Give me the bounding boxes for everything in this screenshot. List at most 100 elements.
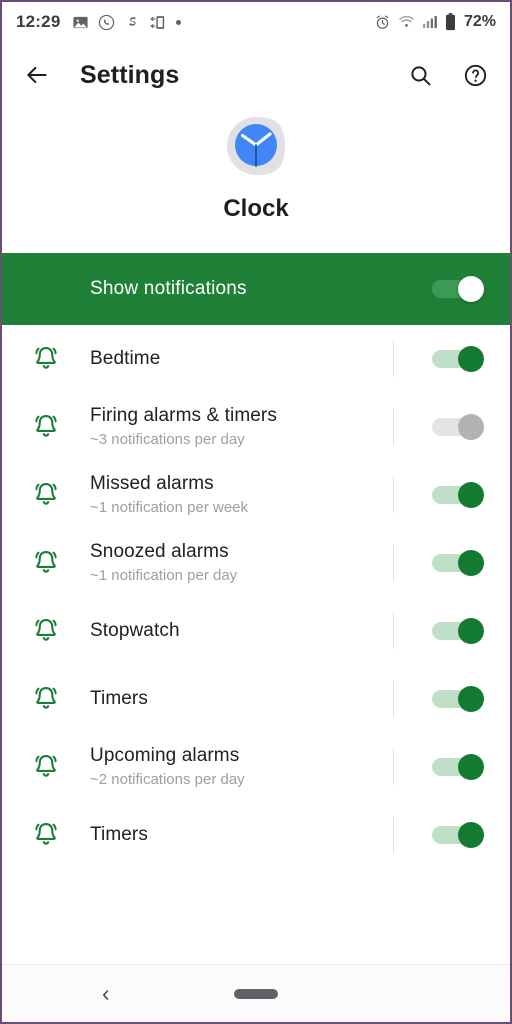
bell-ring-icon — [2, 752, 90, 782]
alarm-icon — [374, 14, 391, 31]
bell-ring-icon — [2, 548, 90, 578]
notification-channel-row[interactable]: Missed alarms~1 notification per week — [2, 461, 510, 529]
row-divider — [393, 681, 394, 717]
toggle-thumb — [458, 482, 484, 508]
app-name-label: Clock — [223, 195, 288, 223]
nav-back-button[interactable]: ‹ — [102, 982, 110, 1005]
channel-title: Missed alarms — [90, 472, 393, 496]
channel-text-block: Firing alarms & timers~3 notifications p… — [90, 404, 393, 449]
channel-text-block: Snoozed alarms~1 notification per day — [90, 540, 393, 585]
app-identity-section: Clock — [2, 108, 510, 253]
row-divider — [393, 477, 394, 513]
notification-channel-list: Bedtime Firing alarms & timers~3 notifica… — [2, 325, 510, 964]
bell-ring-icon — [2, 684, 90, 714]
toggle-thumb — [458, 822, 484, 848]
channel-text-block: Bedtime — [90, 347, 393, 371]
row-divider — [393, 341, 394, 377]
channel-title: Snoozed alarms — [90, 540, 393, 564]
bell-ring-icon — [2, 412, 90, 442]
bell-ring-icon — [2, 344, 90, 374]
channel-switch-slot — [432, 416, 484, 438]
back-arrow-icon[interactable] — [24, 62, 50, 88]
home-gesture-pill[interactable] — [234, 989, 278, 999]
whatsapp-icon — [98, 14, 115, 31]
channel-switch-slot — [432, 484, 484, 506]
channel-title: Bedtime — [90, 347, 393, 371]
toggle-thumb — [458, 276, 484, 302]
channel-text-block: Stopwatch — [90, 619, 393, 643]
channel-toggle[interactable] — [432, 552, 484, 574]
show-notifications-toggle[interactable] — [432, 278, 484, 300]
channel-text-block: Timers — [90, 823, 393, 847]
channel-subtitle: ~3 notifications per day — [90, 430, 393, 450]
channel-toggle[interactable] — [432, 824, 484, 846]
status-bar-clock: 12:29 — [16, 12, 60, 32]
channel-text-block: Upcoming alarms~2 notifications per day — [90, 744, 393, 789]
app-bar: Settings — [2, 42, 510, 108]
bell-ring-icon — [2, 480, 90, 510]
row-divider — [393, 749, 394, 785]
row-divider — [393, 409, 394, 445]
toggle-thumb — [458, 618, 484, 644]
channel-title: Timers — [90, 687, 393, 711]
row-divider — [393, 613, 394, 649]
dollar-s-icon — [124, 14, 141, 31]
channel-switch-slot — [432, 688, 484, 710]
status-bar: 12:29 — [2, 2, 510, 42]
channel-switch-slot — [432, 348, 484, 370]
status-bar-notification-icons — [72, 14, 181, 31]
toggle-thumb — [458, 346, 484, 372]
help-icon[interactable] — [463, 63, 488, 88]
phone-screen: 12:29 — [0, 0, 512, 1024]
notification-channel-row[interactable]: Timers — [2, 665, 510, 733]
notification-channel-row[interactable]: Stopwatch — [2, 597, 510, 665]
channel-switch-slot — [432, 756, 484, 778]
toggle-thumb — [458, 550, 484, 576]
row-divider — [393, 817, 394, 853]
clock-app-icon — [224, 114, 288, 178]
channel-toggle[interactable] — [432, 484, 484, 506]
channel-title: Timers — [90, 823, 393, 847]
channel-toggle[interactable] — [432, 756, 484, 778]
channel-title: Firing alarms & timers — [90, 404, 393, 428]
channel-switch-slot — [432, 824, 484, 846]
channel-subtitle: ~1 notification per week — [90, 498, 393, 518]
channel-title: Upcoming alarms — [90, 744, 393, 768]
channel-title: Stopwatch — [90, 619, 393, 643]
system-navigation-bar: ‹ — [2, 964, 510, 1022]
app-bar-actions — [408, 63, 488, 88]
notification-channel-row[interactable]: Bedtime — [2, 325, 510, 393]
toggle-thumb — [458, 414, 484, 440]
row-divider — [393, 545, 394, 581]
channel-switch-slot — [432, 620, 484, 642]
battery-percent-label: 72% — [464, 13, 496, 31]
channel-toggle[interactable] — [432, 688, 484, 710]
show-notifications-row[interactable]: Show notifications — [2, 253, 510, 325]
search-icon[interactable] — [408, 63, 433, 88]
channel-switch-slot — [432, 552, 484, 574]
battery-icon — [445, 13, 456, 31]
page-title: Settings — [80, 61, 179, 90]
channel-toggle[interactable] — [432, 416, 484, 438]
notification-channel-row[interactable]: Timers — [2, 801, 510, 869]
show-notifications-label: Show notifications — [90, 278, 247, 300]
wifi-icon — [398, 15, 415, 29]
channel-subtitle: ~2 notifications per day — [90, 770, 393, 790]
bell-ring-icon — [2, 616, 90, 646]
channel-toggle[interactable] — [432, 620, 484, 642]
more-dot-icon — [176, 20, 181, 25]
cellular-signal-icon — [422, 15, 438, 29]
channel-toggle[interactable] — [432, 348, 484, 370]
channel-text-block: Timers — [90, 687, 393, 711]
toggle-thumb — [458, 754, 484, 780]
channel-subtitle: ~1 notification per day — [90, 566, 393, 586]
photo-icon — [72, 14, 89, 31]
status-bar-system-icons: 72% — [374, 13, 496, 31]
bell-ring-icon — [2, 820, 90, 850]
notification-channel-row[interactable]: Firing alarms & timers~3 notifications p… — [2, 393, 510, 461]
notification-channel-row[interactable]: Snoozed alarms~1 notification per day — [2, 529, 510, 597]
channel-text-block: Missed alarms~1 notification per week — [90, 472, 393, 517]
device-transfer-icon — [150, 14, 167, 31]
toggle-thumb — [458, 686, 484, 712]
notification-channel-row[interactable]: Upcoming alarms~2 notifications per day — [2, 733, 510, 801]
